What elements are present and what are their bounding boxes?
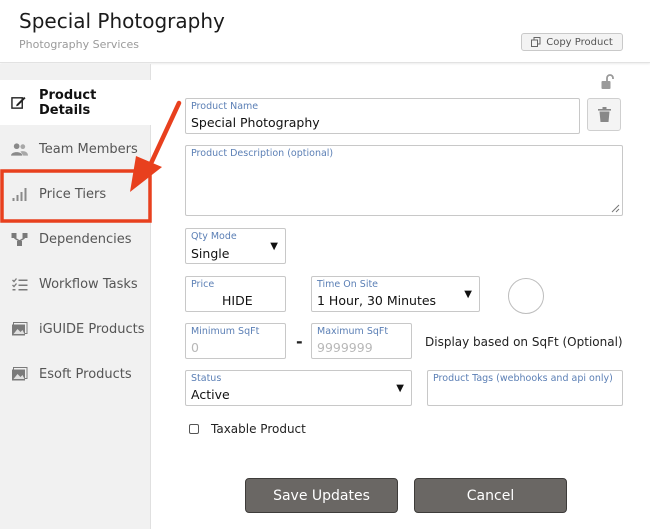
chevron-down-icon: ▼ (396, 383, 404, 394)
maximum-sqft-field[interactable]: Maximum SqFt 9999999 (311, 323, 412, 359)
minimum-sqft-label: Minimum SqFt (191, 326, 260, 337)
sidebar-item-label: Workflow Tasks (39, 277, 138, 292)
sqft-display-note: Display based on SqFt (Optional) (425, 335, 623, 349)
copy-icon (531, 37, 541, 47)
page-header: Special Photography Photography Services… (0, 0, 650, 63)
taxable-product-option[interactable]: Taxable Product (189, 422, 306, 436)
resize-handle-icon[interactable] (611, 204, 620, 213)
page-subtitle: Photography Services (19, 38, 139, 51)
delete-product-button[interactable] (587, 98, 621, 131)
color-picker-circle[interactable] (508, 278, 544, 314)
qty-mode-value: Single (191, 246, 230, 261)
maximum-sqft-placeholder: 9999999 (317, 340, 373, 355)
signal-bars-icon (10, 187, 28, 203)
time-on-site-value: 1 Hour, 30 Minutes (317, 293, 437, 308)
sidebar-item-dependencies[interactable]: Dependencies (0, 217, 151, 262)
chevron-down-icon: ▼ (464, 289, 472, 300)
edit-icon (10, 95, 28, 111)
copy-product-button[interactable]: Copy Product (521, 33, 623, 51)
minimum-sqft-field[interactable]: Minimum SqFt 0 (185, 323, 286, 359)
qty-mode-select[interactable]: Qty Mode Single ▼ (185, 228, 286, 264)
price-value: HIDE (222, 293, 253, 308)
product-tags-field[interactable]: Product Tags (webhooks and api only) (427, 370, 623, 406)
cancel-button[interactable]: Cancel (414, 478, 567, 513)
product-name-value: Special Photography (191, 115, 320, 130)
image-icon (10, 322, 28, 338)
chevron-down-icon: ▼ (270, 241, 278, 252)
sidebar-item-team-members[interactable]: Team Members (0, 127, 151, 172)
sidebar-item-label: Esoft Products (39, 367, 132, 382)
image-icon (10, 367, 28, 383)
status-label: Status (191, 373, 222, 384)
sidebar-item-label: Product Details (38, 87, 97, 118)
product-description-label: Product Description (optional) (191, 148, 334, 159)
price-field[interactable]: Price HIDE (185, 276, 286, 312)
product-description-field[interactable]: Product Description (optional) (185, 145, 623, 216)
sqft-range-separator: - (296, 332, 303, 351)
task-list-icon (10, 277, 28, 293)
sidebar-item-esoft-products[interactable]: Esoft Products (0, 352, 151, 397)
trash-icon (597, 107, 611, 122)
taxable-product-checkbox[interactable] (189, 424, 199, 434)
sidebar-item-label: Dependencies (39, 232, 132, 247)
maximum-sqft-label: Maximum SqFt (317, 326, 389, 337)
sidebar-item-price-tiers[interactable]: Price Tiers (0, 172, 151, 217)
save-updates-button[interactable]: Save Updates (245, 478, 398, 513)
price-label: Price (191, 279, 215, 290)
time-on-site-select[interactable]: Time On Site 1 Hour, 30 Minutes ▼ (311, 276, 480, 312)
sidebar-item-label: iGUIDE Products (39, 322, 145, 337)
sidebar-item-iguide-products[interactable]: iGUIDE Products (0, 307, 151, 352)
product-tags-label: Product Tags (webhooks and api only) (433, 373, 613, 384)
unlock-icon[interactable] (601, 74, 615, 90)
users-icon (10, 142, 28, 158)
copy-product-label: Copy Product (546, 36, 613, 48)
taxable-product-label: Taxable Product (211, 422, 306, 436)
sidebar-item-workflow-tasks[interactable]: Workflow Tasks (0, 262, 151, 307)
product-name-field[interactable]: Product Name Special Photography (185, 98, 580, 134)
product-name-label: Product Name (191, 101, 259, 112)
page-title: Special Photography (19, 9, 225, 33)
hierarchy-icon (10, 232, 28, 248)
product-editor-page: Special Photography Photography Services… (0, 0, 650, 529)
sidebar-item-label: Team Members (39, 142, 138, 157)
sidebar: Product Details Team Members Price Tiers… (0, 64, 152, 529)
sidebar-item-label: Price Tiers (39, 187, 107, 202)
status-select[interactable]: Status Active ▼ (185, 370, 412, 406)
time-on-site-label: Time On Site (317, 279, 379, 290)
minimum-sqft-placeholder: 0 (191, 340, 199, 355)
sidebar-item-product-details[interactable]: Product Details (0, 80, 152, 125)
status-value: Active (191, 387, 230, 402)
qty-mode-label: Qty Mode (191, 231, 237, 242)
